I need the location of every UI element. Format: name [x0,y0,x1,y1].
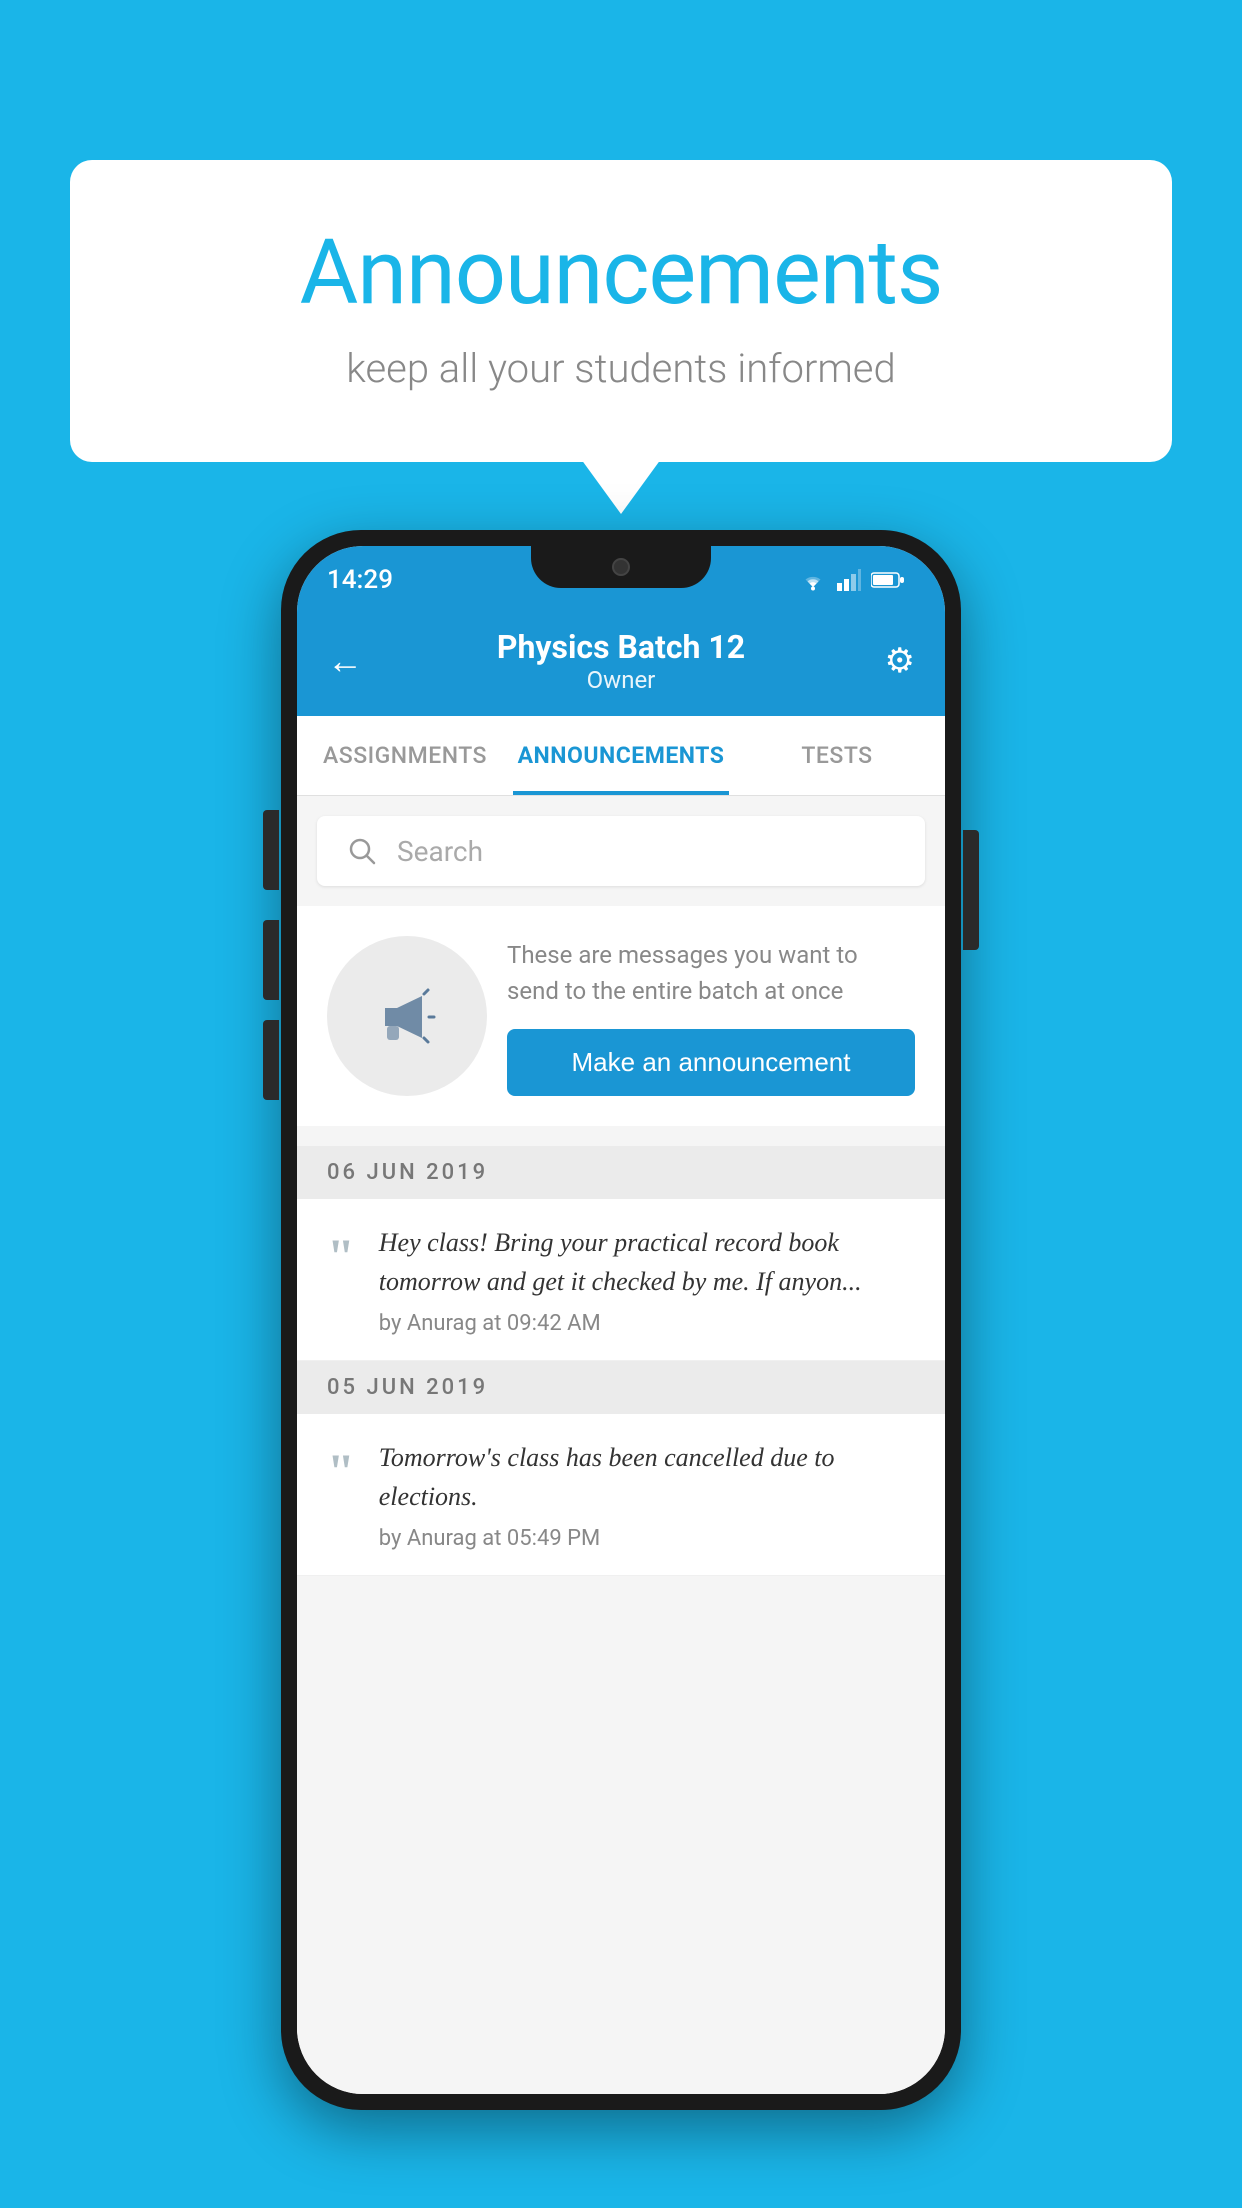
phone-inner: 14:29 [297,546,945,2094]
make-announcement-button[interactable]: Make an announcement [507,1029,915,1096]
promo-right: These are messages you want to send to t… [507,937,915,1096]
search-icon [347,836,377,866]
tab-assignments[interactable]: ASSIGNMENTS [297,716,513,795]
battery-icon [871,571,905,589]
search-placeholder: Search [397,835,483,868]
settings-button[interactable]: ⚙ [865,641,915,681]
header-title-block: Physics Batch 12 Owner [377,628,865,694]
announcement-item-2[interactable]: " Tomorrow's class has been cancelled du… [297,1414,945,1576]
announcement-item-1[interactable]: " Hey class! Bring your practical record… [297,1199,945,1361]
megaphone-icon [367,976,447,1056]
hero-title: Announcements [150,220,1092,325]
promo-card: These are messages you want to send to t… [297,906,945,1126]
quote-icon-2: " [327,1446,355,1496]
phone-notch [531,546,711,588]
status-time: 14:29 [327,565,393,595]
announcement-meta-2: by Anurag at 05:49 PM [379,1526,915,1551]
owner-label: Owner [377,666,865,694]
announcement-text-block-2: Tomorrow's class has been cancelled due … [379,1438,915,1551]
announcement-text-2: Tomorrow's class has been cancelled due … [379,1438,915,1516]
phone-outer: 14:29 [281,530,961,2110]
announcement-meta-1: by Anurag at 09:42 AM [379,1311,915,1336]
hero-subtitle: keep all your students informed [150,345,1092,392]
announcement-text-1: Hey class! Bring your practical record b… [379,1223,915,1301]
tab-announcements[interactable]: ANNOUNCEMENTS [513,716,729,795]
tabs-container: ASSIGNMENTS ANNOUNCEMENTS TESTS [297,716,945,796]
promo-description: These are messages you want to send to t… [507,937,915,1009]
search-bar[interactable]: Search [317,816,925,886]
scrollable-content: Search [297,796,945,2094]
announcement-text-block-1: Hey class! Bring your practical record b… [379,1223,915,1336]
tab-tests[interactable]: TESTS [729,716,945,795]
back-button[interactable]: ← [327,640,377,682]
date-separator-2: 05 JUN 2019 [297,1361,945,1414]
phone-mockup: 14:29 [281,530,961,2110]
app-header: ← Physics Batch 12 Owner ⚙ [297,606,945,716]
hero-section: Announcements keep all your students inf… [70,160,1172,462]
promo-icon-circle [327,936,487,1096]
speech-bubble: Announcements keep all your students inf… [70,160,1172,462]
front-camera [612,558,630,576]
quote-icon-1: " [327,1231,355,1281]
wifi-icon [799,569,827,591]
date-separator-1: 06 JUN 2019 [297,1146,945,1199]
status-icons [799,569,905,591]
signal-icon [837,569,861,591]
batch-name: Physics Batch 12 [377,628,865,666]
app-content: ← Physics Batch 12 Owner ⚙ ASSIGNMENTS A… [297,606,945,2094]
